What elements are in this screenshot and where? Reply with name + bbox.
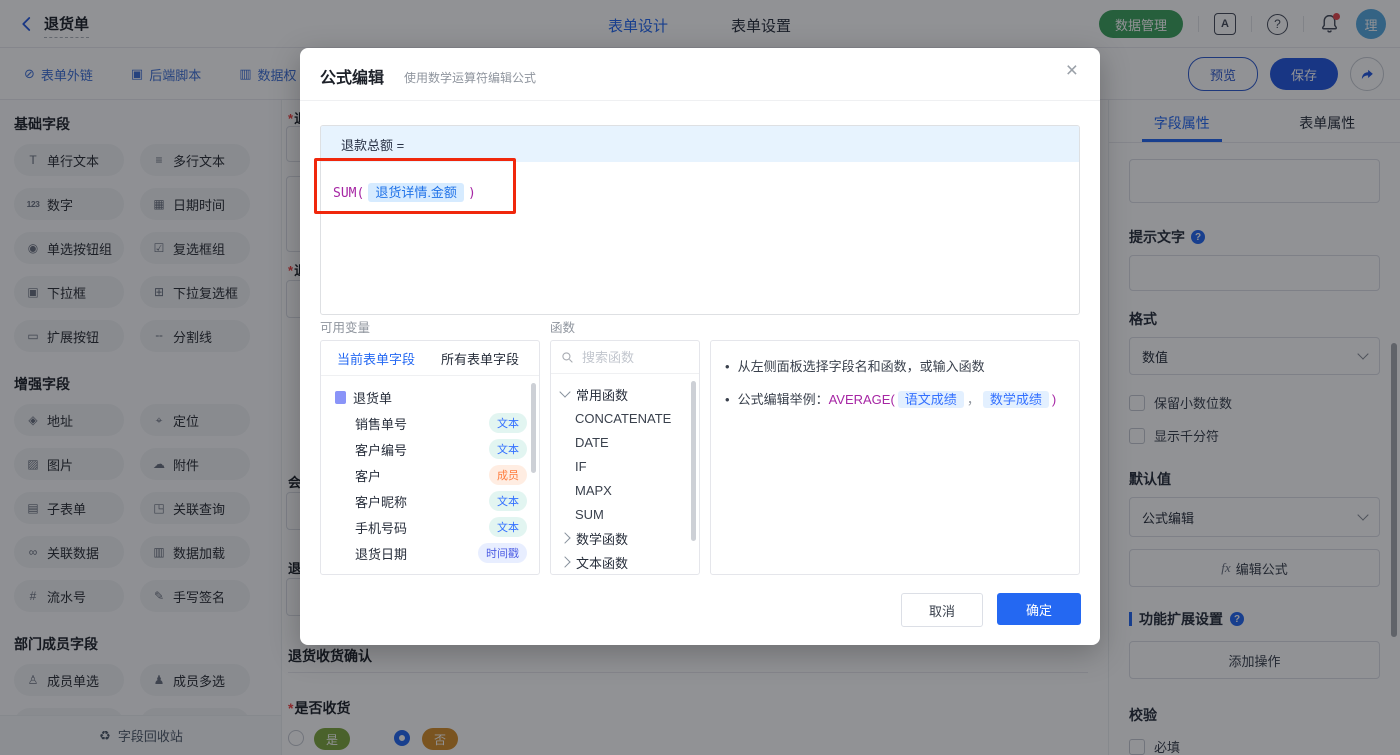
function-group-math[interactable]: 数学函数 [551, 526, 699, 550]
help-line-1: • 从左侧面板选择字段名和函数，或输入函数 [725, 359, 985, 374]
variable-row[interactable]: 手机号码 文本 [321, 514, 539, 540]
type-tag: 文本 [489, 517, 527, 537]
function-item[interactable]: SUM [551, 502, 699, 526]
functions-panel: 常用函数 CONCATENATE DATE IF MAPX SUM 数学函数 文… [550, 340, 700, 575]
function-group-text[interactable]: 文本函数 [551, 550, 699, 574]
variable-row[interactable]: 销售单号 文本 [321, 410, 539, 436]
variables-label: 可用变量 [320, 321, 371, 335]
function-item[interactable]: CONCATENATE [551, 406, 699, 430]
function-item[interactable]: IF [551, 454, 699, 478]
close-icon[interactable]: × [1066, 60, 1078, 81]
variables-panel: 当前表单字段 所有表单字段 退货单 销售单号 文本 客户编号 文本 客户 成员 客户昵… [320, 340, 540, 575]
variables-scrollbar[interactable] [531, 383, 536, 473]
variable-row[interactable]: 客户编号 文本 [321, 436, 539, 462]
function-search[interactable] [551, 341, 699, 374]
annotation-highlight-box [314, 158, 516, 214]
modal-header-divider [300, 100, 1100, 101]
tab-current-form-fields[interactable]: 当前表单字段 [337, 349, 415, 368]
functions-scrollbar[interactable] [691, 381, 696, 541]
variable-tree-root[interactable]: 退货单 [321, 384, 539, 410]
formula-target: 退款总额 = [321, 126, 1079, 162]
type-tag: 文本 [489, 413, 527, 433]
formula-edit-modal: 公式编辑 使用数学运算符编辑公式 × 退款总额 = SUM(退货详情.金额) 可… [300, 48, 1100, 645]
variable-row[interactable]: 客户昵称 文本 [321, 488, 539, 514]
example-field-chip: 语文成绩 [897, 391, 964, 408]
form-doc-icon [335, 390, 346, 404]
tab-all-form-fields[interactable]: 所有表单字段 [441, 349, 519, 368]
app-window: 退货单 表单设计 表单设置 数据管理 A ? 理 ⊘ 表单外链 ▣ 后端脚本 ▥ 数据… [0, 0, 1400, 755]
cancel-button[interactable]: 取消 [901, 593, 983, 627]
help-panel: • 从左侧面板选择字段名和函数，或输入函数 • 公式编辑举例：AVERAGE(语文成… [710, 340, 1080, 575]
chevron-right-icon [559, 556, 571, 568]
function-search-input[interactable] [580, 348, 684, 366]
modal-subtitle: 使用数学运算符编辑公式 [404, 71, 537, 85]
chevron-right-icon [559, 532, 571, 544]
functions-label: 函数 [550, 321, 576, 335]
type-tag: 文本 [489, 439, 527, 459]
example-function-name: AVERAGE( [828, 392, 895, 407]
formula-editor[interactable]: 退款总额 = SUM(退货详情.金额) [320, 125, 1080, 315]
example-field-chip: 数学成绩 [982, 391, 1049, 408]
function-group-common[interactable]: 常用函数 [551, 382, 699, 406]
type-tag: 时间戳 [478, 543, 527, 563]
type-tag: 文本 [489, 491, 527, 511]
search-icon [562, 351, 573, 363]
confirm-button[interactable]: 确定 [997, 593, 1081, 625]
example-close-paren: ) [1051, 392, 1057, 407]
variables-tabs: 当前表单字段 所有表单字段 [321, 341, 539, 376]
function-item[interactable]: MAPX [551, 478, 699, 502]
modal-title: 公式编辑 [320, 70, 385, 87]
type-tag: 成员 [489, 465, 527, 485]
function-item[interactable]: DATE [551, 430, 699, 454]
variable-row[interactable]: 退货日期 时间戳 [321, 540, 539, 566]
chevron-down-icon [559, 386, 571, 398]
help-line-2: • 公式编辑举例：AVERAGE(语文成绩，数学成绩) [725, 391, 1057, 408]
variable-row[interactable]: 客户 成员 [321, 462, 539, 488]
